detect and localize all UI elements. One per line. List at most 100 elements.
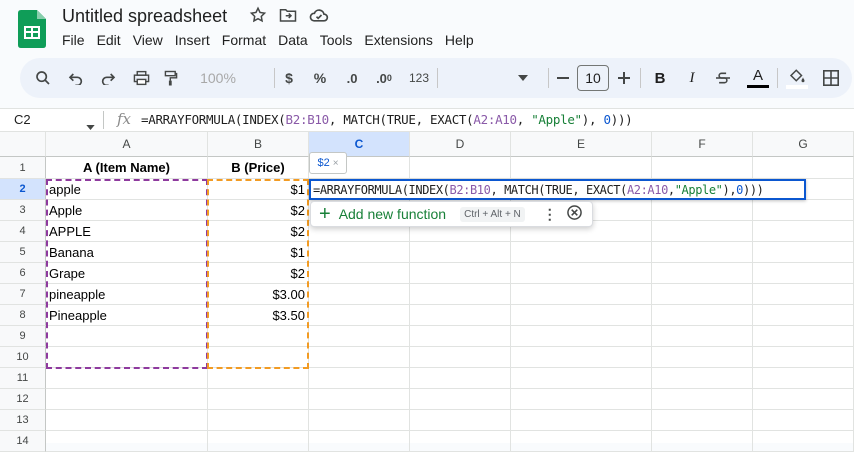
move-folder-icon[interactable] <box>279 7 297 28</box>
empty-cell[interactable] <box>652 200 753 221</box>
empty-cell[interactable] <box>410 410 511 431</box>
plus-icon[interactable]: + <box>319 204 331 224</box>
column-header-d[interactable]: D <box>410 132 511 157</box>
cell-a1[interactable]: A (Item Name) <box>46 157 208 179</box>
empty-cell[interactable] <box>652 410 753 431</box>
close-circle-icon[interactable] <box>566 205 582 223</box>
empty-cell[interactable] <box>652 368 753 389</box>
strikethrough-icon[interactable] <box>712 58 734 98</box>
row-header[interactable]: 2 <box>0 179 46 200</box>
document-title[interactable]: Untitled spreadsheet <box>62 6 227 27</box>
zoom-select[interactable]: 100% <box>194 58 242 98</box>
row-header[interactable]: 10 <box>0 347 46 368</box>
empty-cell[interactable] <box>753 326 854 347</box>
empty-cell[interactable] <box>511 305 652 326</box>
empty-cell[interactable] <box>652 305 753 326</box>
empty-cell[interactable] <box>309 347 410 368</box>
cell-a6[interactable]: Grape <box>46 263 208 284</box>
select-all-corner[interactable] <box>0 132 46 157</box>
fill-color-button[interactable] <box>784 58 810 98</box>
chevron-down-icon[interactable] <box>515 58 531 98</box>
result-preview-chip[interactable]: $2 × <box>309 152 347 174</box>
empty-cell[interactable] <box>410 284 511 305</box>
cell-b1[interactable]: B (Price) <box>208 157 309 179</box>
empty-cell[interactable] <box>309 431 410 452</box>
cell-a7[interactable]: pineapple <box>46 284 208 305</box>
cell-b2[interactable]: $1 <box>208 179 309 200</box>
empty-cell[interactable] <box>511 368 652 389</box>
empty-cell[interactable] <box>309 368 410 389</box>
cell-a2[interactable]: apple <box>46 179 208 200</box>
row-header[interactable]: 8 <box>0 305 46 326</box>
empty-cell[interactable] <box>511 242 652 263</box>
empty-cell[interactable] <box>753 200 854 221</box>
decrease-font-size-icon[interactable] <box>555 58 571 98</box>
row-header[interactable]: 1 <box>0 157 46 179</box>
row-header[interactable]: 4 <box>0 221 46 242</box>
empty-cell[interactable] <box>652 221 753 242</box>
close-icon[interactable]: × <box>333 158 339 169</box>
empty-cell[interactable] <box>652 242 753 263</box>
empty-cell[interactable] <box>309 305 410 326</box>
row-header[interactable]: 9 <box>0 326 46 347</box>
search-menus-icon[interactable] <box>32 58 54 98</box>
empty-cell[interactable] <box>410 242 511 263</box>
menu-file[interactable]: File <box>62 31 91 49</box>
empty-cell[interactable] <box>753 410 854 431</box>
empty-cell[interactable] <box>652 326 753 347</box>
empty-cell[interactable] <box>208 368 309 389</box>
empty-cell[interactable] <box>410 431 511 452</box>
empty-cell[interactable] <box>753 157 854 179</box>
menu-tools[interactable]: Tools <box>314 31 359 49</box>
empty-cell[interactable] <box>309 242 410 263</box>
percent-format-button[interactable]: % <box>311 58 329 98</box>
cell-b8[interactable]: $3.50 <box>208 305 309 326</box>
redo-icon[interactable] <box>97 58 119 98</box>
empty-cell[interactable] <box>753 284 854 305</box>
empty-cell[interactable] <box>46 431 208 452</box>
cell-b4[interactable]: $2 <box>208 221 309 242</box>
empty-cell[interactable] <box>208 431 309 452</box>
empty-cell[interactable] <box>652 157 753 179</box>
empty-cell[interactable] <box>410 326 511 347</box>
column-header-e[interactable]: E <box>511 132 652 157</box>
empty-cell[interactable] <box>652 389 753 410</box>
empty-cell[interactable] <box>309 284 410 305</box>
print-icon[interactable] <box>130 58 152 98</box>
row-header[interactable]: 7 <box>0 284 46 305</box>
borders-icon[interactable] <box>820 58 842 98</box>
increase-decimal-button[interactable]: .0 0 <box>372 58 396 98</box>
paint-format-icon[interactable] <box>160 58 182 98</box>
cell-b6[interactable]: $2 <box>208 263 309 284</box>
empty-cell[interactable] <box>753 221 854 242</box>
menu-extensions[interactable]: Extensions <box>358 31 438 49</box>
empty-cell[interactable] <box>410 389 511 410</box>
cloud-status-icon[interactable] <box>309 7 329 28</box>
name-box[interactable]: C2 <box>14 112 31 127</box>
empty-cell[interactable] <box>208 389 309 410</box>
empty-cell[interactable] <box>511 284 652 305</box>
menu-format[interactable]: Format <box>216 31 272 49</box>
cell-b3[interactable]: $2 <box>208 200 309 221</box>
empty-cell[interactable] <box>208 326 309 347</box>
empty-cell[interactable] <box>208 410 309 431</box>
cell-b5[interactable]: $1 <box>208 242 309 263</box>
empty-cell[interactable] <box>753 431 854 452</box>
row-header[interactable]: 5 <box>0 242 46 263</box>
star-icon[interactable] <box>249 6 267 29</box>
column-header-f[interactable]: F <box>652 132 753 157</box>
cell-b7[interactable]: $3.00 <box>208 284 309 305</box>
empty-cell[interactable] <box>410 368 511 389</box>
empty-cell[interactable] <box>46 389 208 410</box>
empty-cell[interactable] <box>652 284 753 305</box>
column-header-b[interactable]: B <box>208 132 309 157</box>
empty-cell[interactable] <box>46 368 208 389</box>
column-header-a[interactable]: A <box>46 132 208 157</box>
decrease-decimal-button[interactable]: .0 <box>340 58 364 98</box>
more-options-icon[interactable]: ⋮ <box>543 206 557 223</box>
empty-cell[interactable] <box>652 431 753 452</box>
sheets-logo-icon[interactable] <box>18 10 46 48</box>
cell-a3[interactable]: Apple <box>46 200 208 221</box>
undo-icon[interactable] <box>65 58 87 98</box>
menu-insert[interactable]: Insert <box>169 31 216 49</box>
